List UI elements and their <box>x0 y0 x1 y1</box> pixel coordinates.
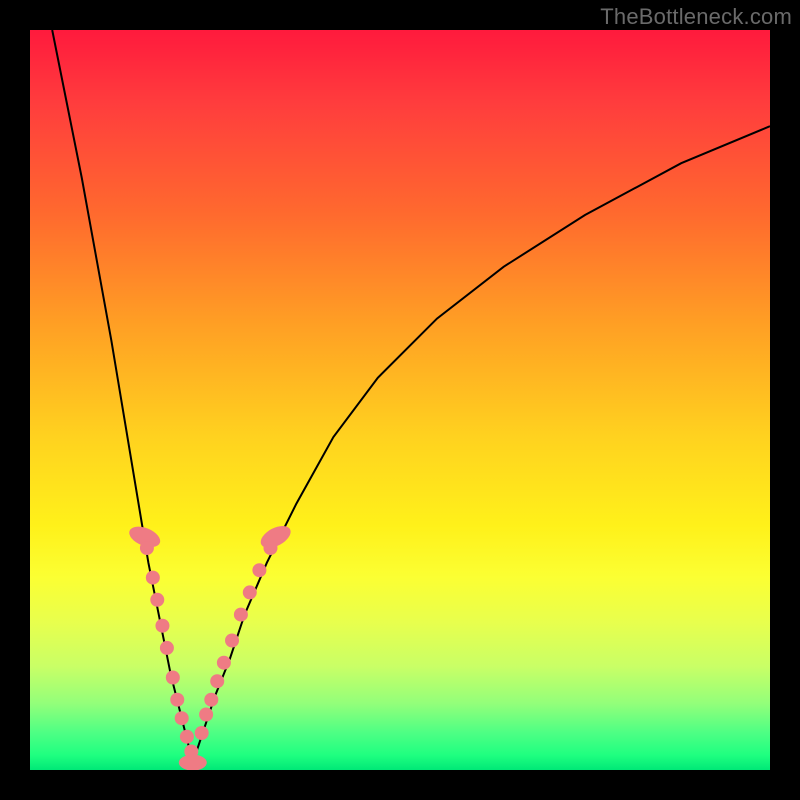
bead <box>180 730 194 744</box>
curve-layer <box>52 30 770 763</box>
bead <box>140 541 154 555</box>
watermark-text: TheBottleneck.com <box>600 4 792 30</box>
bead <box>217 656 231 670</box>
bead <box>252 563 266 577</box>
bead <box>195 726 209 740</box>
chart-svg <box>30 30 770 770</box>
bead-bottom <box>179 755 207 770</box>
bead <box>150 593 164 607</box>
bead <box>264 541 278 555</box>
bead <box>234 608 248 622</box>
bead <box>243 585 257 599</box>
bead <box>175 711 189 725</box>
bead <box>146 571 160 585</box>
outer-frame: TheBottleneck.com <box>0 0 800 800</box>
bead <box>204 693 218 707</box>
bead <box>155 619 169 633</box>
bead <box>160 641 174 655</box>
curve-right-branch <box>193 126 770 762</box>
bead <box>225 634 239 648</box>
bead <box>210 674 224 688</box>
bead <box>199 708 213 722</box>
bead <box>170 693 184 707</box>
bead <box>166 671 180 685</box>
plot-area <box>30 30 770 770</box>
